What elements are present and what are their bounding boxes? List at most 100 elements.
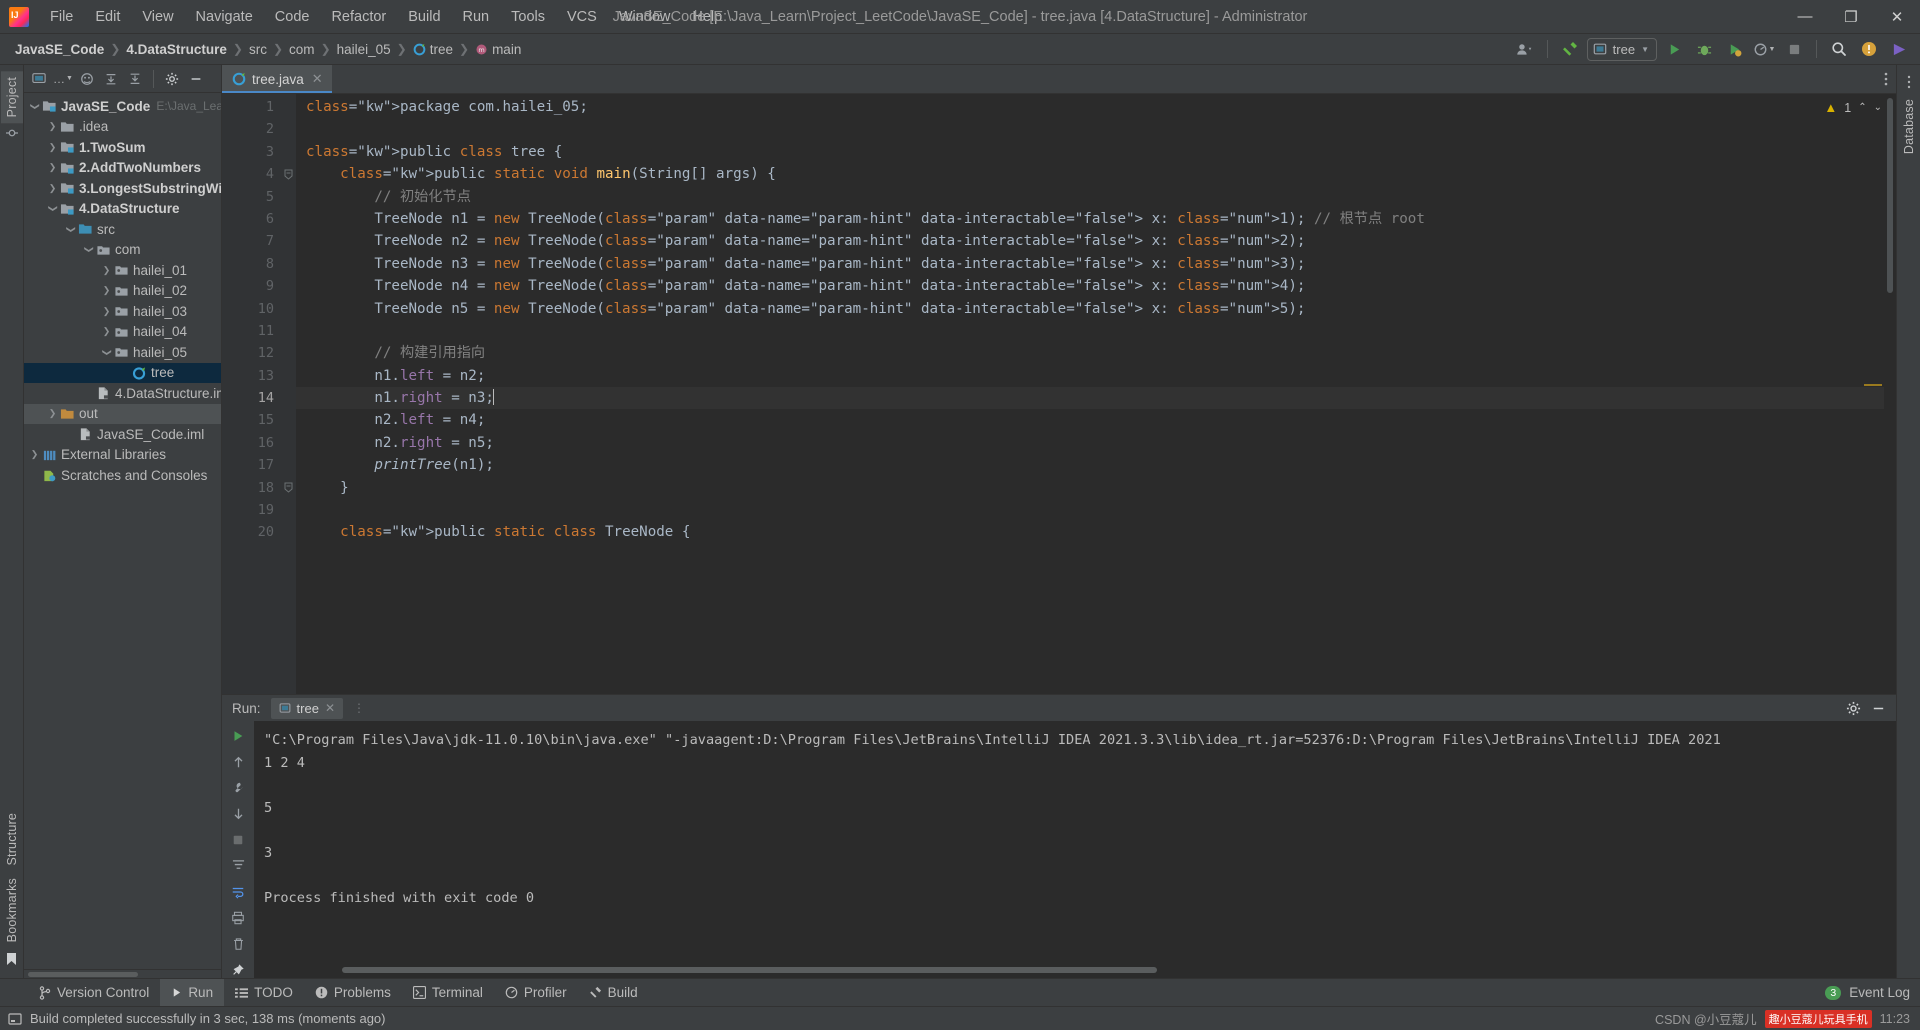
code-editor[interactable]: 1 2 3 4 5 6 7 8 9 10 11 12 13 14 15 16 17 18 19 20 class="k… xyxy=(222,94,1896,694)
event-log-label[interactable]: Event Log xyxy=(1849,985,1910,1000)
tree-node-tree[interactable]: tree xyxy=(24,362,221,383)
locate-icon[interactable] xyxy=(76,68,98,90)
menu-item-refactor[interactable]: Refactor xyxy=(320,5,397,29)
toolwindow-profiler[interactable]: Profiler xyxy=(494,979,578,1006)
code-line[interactable]: n2.left = n4; xyxy=(296,409,1896,431)
code-line[interactable]: n1.left = n2; xyxy=(296,365,1896,387)
editor-vertical-scrollbar[interactable] xyxy=(1884,94,1896,694)
rail-tab-database[interactable]: Database xyxy=(1898,93,1920,160)
hide-panel-icon[interactable] xyxy=(185,68,207,90)
run-configuration-selector[interactable]: tree ▼ xyxy=(1586,37,1657,61)
inspection-widget[interactable]: ▲ 1 ⌃ ⌄ xyxy=(1824,100,1882,115)
tree-node-hailei-03[interactable]: ❯ hailei_03 xyxy=(24,301,221,322)
tree-node-3-longestsubstringwi[interactable]: ❯ 3.LongestSubstringWi xyxy=(24,178,221,199)
tree-node-hailei-04[interactable]: ❯ hailei_04 xyxy=(24,322,221,343)
chevron-right-icon[interactable]: ❯ xyxy=(28,449,41,460)
toolwindow-run[interactable]: Run xyxy=(160,979,225,1006)
trash-icon[interactable] xyxy=(232,935,245,952)
chevron-right-icon[interactable]: ❯ xyxy=(100,326,113,337)
menu-item-tools[interactable]: Tools xyxy=(500,5,556,29)
code-line[interactable]: TreeNode n5 = new TreeNode(class="param"… xyxy=(296,298,1896,320)
fold-marker-icon[interactable] xyxy=(280,163,296,185)
updates-icon[interactable] xyxy=(1856,37,1882,61)
code-line[interactable] xyxy=(296,499,1896,521)
chevron-down-icon[interactable]: ❮ xyxy=(47,202,58,215)
ide-icon[interactable] xyxy=(1886,37,1912,61)
breadcrumb-item-package[interactable]: hailei_05 xyxy=(332,40,396,59)
view-options-icon[interactable]: … ▼ xyxy=(52,68,74,90)
rail-tab-bookmarks[interactable]: Bookmarks xyxy=(1,872,23,948)
run-tab-tree[interactable]: tree ✕ xyxy=(270,697,343,719)
code-line[interactable] xyxy=(296,320,1896,342)
toolwindow-todo[interactable]: TODO xyxy=(224,979,304,1006)
toolwindow-version-control[interactable]: Version Control xyxy=(28,979,160,1006)
menu-item-vcs[interactable]: VCS xyxy=(556,5,608,29)
menu-item-help[interactable]: Help xyxy=(681,5,733,29)
maximize-button[interactable]: ❐ xyxy=(1828,0,1874,33)
previous-problem-icon[interactable]: ⌃ xyxy=(1858,102,1866,113)
code-line[interactable]: // 构建引用指向 xyxy=(296,342,1896,364)
chevron-right-icon[interactable]: ❯ xyxy=(100,306,113,317)
breadcrumb-item-com[interactable]: com xyxy=(284,40,320,59)
code-line[interactable]: TreeNode n4 = new TreeNode(class="param"… xyxy=(296,275,1896,297)
select-opened-file-icon[interactable] xyxy=(28,68,50,90)
run-with-coverage-button[interactable] xyxy=(1721,37,1747,61)
wrench-icon[interactable] xyxy=(231,779,245,796)
editor-warning-stripe[interactable] xyxy=(1864,384,1882,386)
print-icon[interactable] xyxy=(231,909,245,926)
menu-item-edit[interactable]: Edit xyxy=(84,5,131,29)
menu-item-build[interactable]: Build xyxy=(397,5,451,29)
tree-node-1-twosum[interactable]: ❯ 1.TwoSum xyxy=(24,137,221,158)
code-line[interactable]: n1.right = n3; xyxy=(296,387,1896,410)
menu-item-view[interactable]: View xyxy=(131,5,184,29)
breadcrumb-item-project[interactable]: JavaSE_Code xyxy=(10,40,109,59)
fold-marker-icon[interactable] xyxy=(280,477,296,499)
close-button[interactable]: ✕ xyxy=(1874,0,1920,33)
menu-item-navigate[interactable]: Navigate xyxy=(185,5,264,29)
chevron-right-icon[interactable]: ❯ xyxy=(46,162,59,173)
editor-fold-column[interactable] xyxy=(280,94,296,694)
tree-node-javase-code[interactable]: ❮ JavaSE_Code E:\Java_Lear xyxy=(24,96,221,117)
tree-node-idea[interactable]: ❯ .idea xyxy=(24,117,221,138)
toolwindow-build[interactable]: Build xyxy=(578,979,649,1006)
run-console-output[interactable]: "C:\Program Files\Java\jdk-11.0.10\bin\j… xyxy=(254,721,1896,978)
rail-tab-project[interactable]: Project xyxy=(0,71,23,124)
code-line[interactable]: class="kw">public class tree { xyxy=(296,141,1896,163)
project-horizontal-scrollbar[interactable] xyxy=(24,969,221,978)
code-line[interactable]: TreeNode n3 = new TreeNode(class="param"… xyxy=(296,253,1896,275)
breadcrumb-item-src[interactable]: src xyxy=(244,40,272,59)
stop-button[interactable] xyxy=(1781,37,1807,61)
menu-item-run[interactable]: Run xyxy=(452,5,501,29)
more-options-icon[interactable] xyxy=(1907,75,1911,89)
toolwindow-terminal[interactable]: Terminal xyxy=(402,979,494,1006)
code-line[interactable]: printTree(n1); xyxy=(296,454,1896,476)
profile-button[interactable]: ▼ xyxy=(1751,37,1777,61)
editor-tabs-options[interactable] xyxy=(1884,65,1896,93)
code-line[interactable]: class="kw">public static class TreeNode … xyxy=(296,521,1896,543)
tree-node-javase-code-iml[interactable]: JavaSE_Code.iml xyxy=(24,424,221,445)
code-line[interactable]: } xyxy=(296,477,1896,499)
tree-node-out[interactable]: ❯ out xyxy=(24,403,221,424)
scroll-up-icon[interactable] xyxy=(232,753,245,770)
tree-node-external-libraries[interactable]: ❯ External Libraries xyxy=(24,445,221,466)
hammer-icon[interactable] xyxy=(1557,37,1583,61)
code-line[interactable]: class="kw">public static void main(Strin… xyxy=(296,163,1896,185)
project-tree[interactable]: ❮ JavaSE_Code E:\Java_Lear ❯ .idea ❯ 1.TwoSum ❯… xyxy=(24,93,221,969)
tree-node-hailei-01[interactable]: ❯ hailei_01 xyxy=(24,260,221,281)
filter-icon[interactable] xyxy=(232,857,245,874)
gear-icon[interactable] xyxy=(1846,701,1861,716)
next-problem-icon[interactable]: ⌄ xyxy=(1874,102,1882,113)
account-icon[interactable] xyxy=(1512,37,1538,61)
tab-options-icon[interactable]: ⋮ xyxy=(353,701,365,715)
minimize-icon[interactable] xyxy=(1871,701,1886,716)
debug-button[interactable] xyxy=(1691,37,1717,61)
tree-node-hailei-05[interactable]: ❮ hailei_05 xyxy=(24,342,221,363)
breadcrumb-item-method[interactable]: m main xyxy=(470,40,526,59)
chevron-right-icon[interactable]: ❯ xyxy=(46,121,59,132)
chevron-right-icon[interactable]: ❯ xyxy=(46,408,59,419)
tree-node-src[interactable]: ❮ src xyxy=(24,219,221,240)
code-line[interactable]: class="kw">package com.hailei_05; xyxy=(296,96,1896,118)
chevron-down-icon[interactable]: ❮ xyxy=(65,223,76,236)
tree-node-scratches-and-consoles[interactable]: Scratches and Consoles xyxy=(24,465,221,486)
pin-icon[interactable] xyxy=(231,961,245,978)
